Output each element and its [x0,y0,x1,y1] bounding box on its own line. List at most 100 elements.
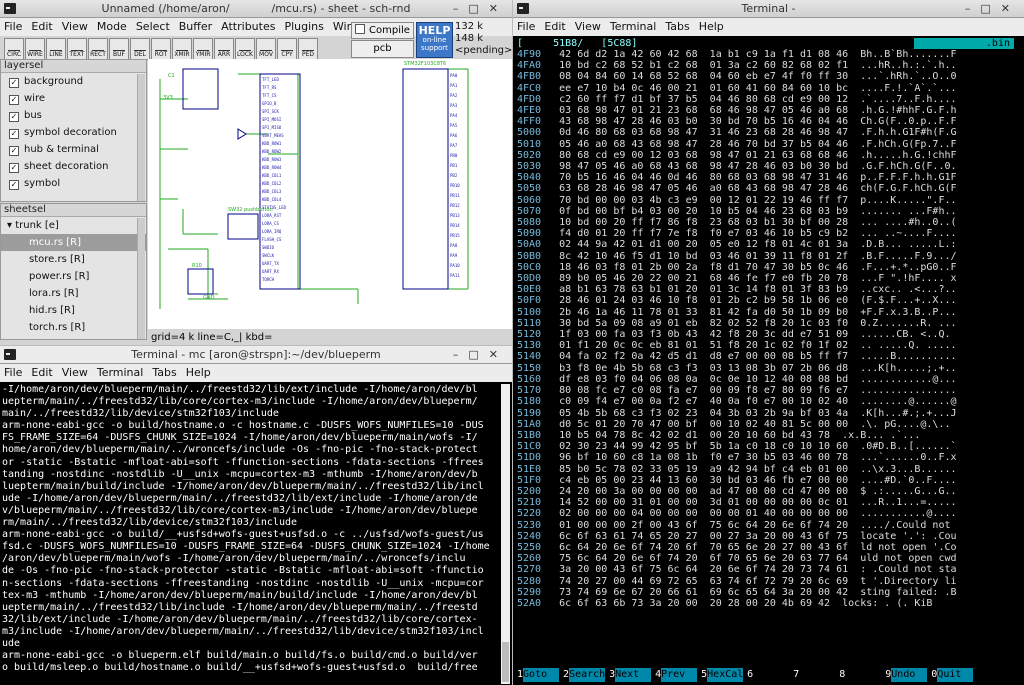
fkey-goto-button[interactable]: Goto [523,668,560,682]
layer-checkbox[interactable]: ✓ [9,95,19,105]
sheet-item[interactable]: lora.rs [R] [1,285,146,302]
tool-lock-button[interactable]: LOCK [235,38,255,60]
tool-mov-button[interactable]: MOV [256,38,276,60]
mc-title-bar[interactable]: Terminal - mc [aron@strspn]:~/dev/bluepe… [0,346,512,364]
layer-checkbox[interactable]: ✓ [9,163,19,173]
menu-item-select[interactable]: Select [136,20,170,33]
layer-checkbox[interactable]: ✓ [9,112,19,122]
maximize-icon[interactable]: □ [468,2,488,15]
mc-scroll-thumb[interactable] [502,642,509,682]
menu-item-file[interactable]: File [4,366,22,379]
fkey-prev-button[interactable]: Prev [661,668,698,682]
layer-item[interactable]: ✓ sheet decoration [1,158,146,175]
schematic-canvas[interactable]: TFT_LED TFT_RS TFT_CS GPIO_B SPI_SCK SPI_MOSI… [148,59,512,329]
pcb-button[interactable]: pcb [351,40,414,58]
layer-checkbox[interactable]: ✓ [9,129,19,139]
tool-del-button[interactable]: DEL [130,38,150,60]
compile-checkbox[interactable]: Compile [351,22,414,39]
fkey-next-button[interactable]: Next [615,668,652,682]
menu-item-edit[interactable]: Edit [31,20,52,33]
menu-item-file[interactable]: File [4,20,22,33]
menu-item-mode[interactable]: Mode [97,20,127,33]
close-icon[interactable]: ✕ [1001,2,1020,15]
layer-item[interactable]: ✓ wire [1,90,146,107]
maximize-icon[interactable]: □ [468,348,488,361]
mc-window-controls[interactable]: –□✕ [453,346,508,364]
layersel-scrollbar[interactable] [137,74,145,201]
layer-checkbox[interactable]: ✓ [9,146,19,156]
function-key-bar: 1Goto 2Search 3Next 4Prev 5HexCal 6 7 8 9Undo 0Qu… [517,668,1021,682]
tool-circ-button[interactable]: CIRC [4,38,24,60]
minimize-icon[interactable]: – [453,348,469,361]
layer-checkbox[interactable]: ✓ [9,180,19,190]
compile-checkbox-box[interactable] [355,24,365,34]
tool-arr-button[interactable]: ARR [214,38,234,60]
sheet-item[interactable]: power.rs [R] [1,268,146,285]
layer-item[interactable]: ✓ symbol [1,175,146,192]
menu-item-buffer[interactable]: Buffer [179,20,212,33]
hex-ascii: .. .....Q. ..... [860,340,957,352]
layer-item[interactable]: ✓ background [1,73,146,90]
sheet-item[interactable]: mcu.rs [R] [1,234,146,251]
tool-rot-button[interactable]: ROT [151,38,171,60]
menu-item-attributes[interactable]: Attributes [221,20,275,33]
help-button[interactable]: HELP on-line support [416,22,453,58]
tool-ped-button[interactable]: PED [298,38,318,60]
tool-buf-button[interactable]: BUF [109,38,129,60]
mc-terminal-output[interactable]: -I/home/aron/dev/blueperm/main/../freest… [2,384,500,685]
menu-item-tabs[interactable]: Tabs [665,20,689,33]
hex-ascii: .....B.......... [860,351,957,363]
tool-line-button[interactable]: LINE [46,38,66,60]
close-icon[interactable]: ✕ [489,348,508,361]
minimize-icon[interactable]: – [453,2,469,15]
tool-ymir-button[interactable]: YMIR [193,38,213,60]
hex-ascii: .F.h.h.G1F#h(F.G [860,127,957,139]
fkey-hexcal-button[interactable]: HexCal [707,668,743,682]
del-icon [134,40,146,51]
mc-scrollbar[interactable] [501,384,510,684]
sheet-item[interactable]: store.rs [R] [1,251,146,268]
menu-item-terminal[interactable]: Terminal [610,20,657,33]
hex-window-controls[interactable]: –□✕ [965,0,1020,18]
sheet-item[interactable]: torch.rs [R] [1,319,146,336]
layer-item[interactable]: ✓ hub & terminal [1,141,146,158]
tool-xmir-button[interactable]: XMIR [172,38,192,60]
menu-item-file[interactable]: File [517,20,535,33]
expand-arrow-icon[interactable]: ▾ [7,220,15,231]
menu-item-plugins[interactable]: Plugins [284,20,323,33]
sheetsel-scrollbar[interactable] [137,218,145,339]
sheet-item[interactable]: hid.rs [R] [1,302,146,319]
help-label: HELP [418,24,451,37]
hex-title-bar[interactable]: Terminal - –□✕ [513,0,1024,18]
close-icon[interactable]: ✕ [489,2,508,15]
terminal-line: luepterm/main/build/include -I/home/aron… [2,480,484,492]
hex-header: [ 51B8/ [5C88] .bin [517,38,1019,49]
menu-item-help[interactable]: Help [186,366,211,379]
fkey-quit-button[interactable]: Quit [937,668,974,682]
tool-cpy-button[interactable]: CPY [277,38,297,60]
layer-item[interactable]: ✓ bus [1,107,146,124]
menu-item-edit[interactable]: Edit [31,366,52,379]
fkey-search-button[interactable]: Search [569,668,605,682]
tool-rect-button[interactable]: RECT [88,38,108,60]
maximize-icon[interactable]: □ [980,2,1000,15]
tool-wire-button[interactable]: WIRE [25,38,45,60]
layer-item[interactable]: ✓ symbol decoration [1,124,146,141]
hex-dump[interactable]: 4F90 42 6d d2 1a 42 60 42 68 1a b1 c9 1a… [517,49,957,609]
hex-ascii: p..F.F.F.h.h.G1F [860,172,957,184]
menu-item-view[interactable]: View [62,366,88,379]
layer-checkbox[interactable]: ✓ [9,78,19,88]
menu-item-terminal[interactable]: Terminal [97,366,144,379]
window-controls[interactable]: –□✕ [453,0,508,18]
menu-item-view[interactable]: View [575,20,601,33]
menu-item-edit[interactable]: Edit [544,20,565,33]
menu-item-tabs[interactable]: Tabs [152,366,176,379]
sheet-item[interactable]: ▾ trunk [e] [1,217,146,234]
tool-text-button[interactable]: TEXT [67,38,87,60]
menu-item-view[interactable]: View [62,20,88,33]
menu-item-help[interactable]: Help [699,20,724,33]
hex-terminal-window: Terminal - –□✕ File Edit View Terminal Tabs H… [513,0,1024,685]
sch-title-bar[interactable]: Unnamed (/home/aron/ /mcu.rs) - sheet - … [0,0,512,18]
minimize-icon[interactable]: – [965,2,981,15]
fkey-undo-button[interactable]: Undo [891,668,928,682]
